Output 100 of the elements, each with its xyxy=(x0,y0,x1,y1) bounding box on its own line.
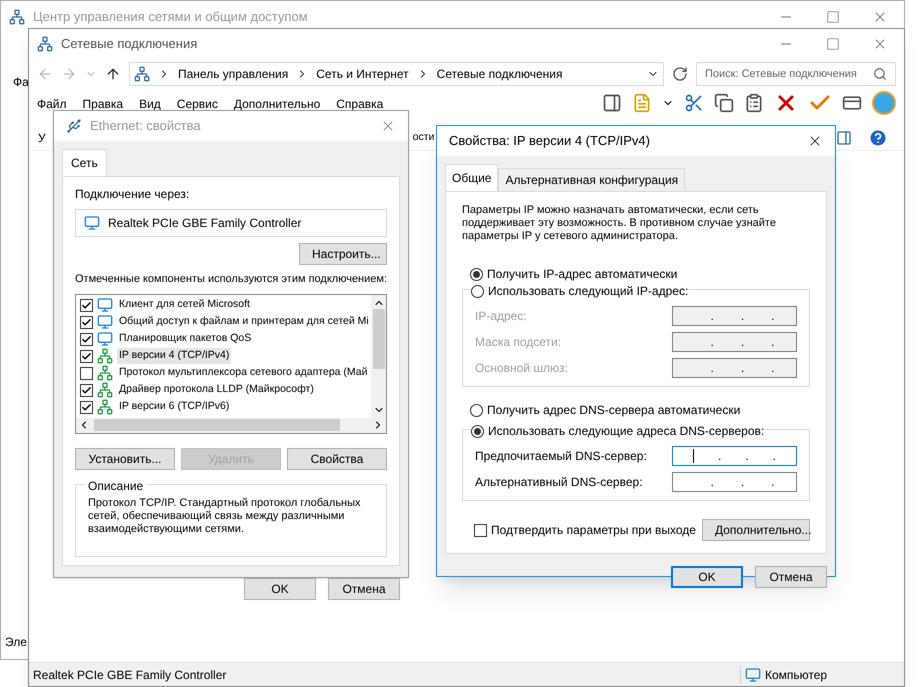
network-client-icon xyxy=(97,314,113,330)
dialog-button[interactable]: Отмена xyxy=(755,566,827,588)
list-item[interactable]: Драйвер протокола LLDP (Майкрософт) xyxy=(117,382,316,398)
checkbox[interactable] xyxy=(80,400,93,414)
tab[interactable]: Альтернативная конфигурация xyxy=(498,168,686,191)
checkbox[interactable] xyxy=(80,350,93,362)
pane-icon[interactable] xyxy=(836,130,852,146)
checkbox[interactable] xyxy=(80,366,93,380)
octet-separator: . xyxy=(740,334,744,351)
list-item[interactable]: Планировщик пакетов QoS xyxy=(117,331,254,347)
breadcrumb-item[interactable]: Сеть и Интернет xyxy=(316,65,409,83)
octet-separator: . xyxy=(718,448,722,465)
window-title: Сетевые подключения xyxy=(61,35,198,54)
field-label: Основной шлюз: xyxy=(475,360,568,377)
radio-button[interactable] xyxy=(471,284,484,298)
computer-icon xyxy=(745,666,761,682)
tab[interactable]: Общие xyxy=(445,164,498,191)
octet-separator: . xyxy=(745,448,749,465)
radio-label: Использовать следующий IP-адрес: xyxy=(488,283,688,300)
ip-address-field[interactable]: . . . xyxy=(672,446,797,466)
window-title: Центр управления сетями и общим доступом xyxy=(33,8,308,26)
protocol-icon xyxy=(97,348,113,364)
search-field[interactable]: Поиск: Сетевые подключения xyxy=(696,62,896,86)
menu-item[interactable]: Справка xyxy=(336,95,384,113)
field-label: IP-адрес: xyxy=(475,308,527,325)
address-bar[interactable]: Панель управления Сеть и Интернет Сетевые подключения xyxy=(129,62,664,86)
description-text: Протокол TCP/IP. Стандартный протокол глобальных сетей, обеспечивающий связь между различными взаимодействующими сетями. xyxy=(88,496,362,536)
maximize-icon[interactable] xyxy=(826,10,840,24)
list-item[interactable]: Общий доступ к файлам и принтерам для сетей Mi xyxy=(117,314,371,330)
checkbox[interactable] xyxy=(80,316,93,328)
radio-button[interactable] xyxy=(471,424,484,438)
protocol-icon xyxy=(97,382,113,398)
dialog-button[interactable]: Отмена xyxy=(328,578,400,600)
dialog-button[interactable]: Настроить... xyxy=(299,243,387,265)
ip-address-field[interactable]: . . . xyxy=(672,472,797,492)
menu-item[interactable]: Фа xyxy=(13,73,29,91)
octet-separator: . xyxy=(771,474,774,491)
section-label: Подключение через: xyxy=(75,186,190,203)
list-item[interactable]: Клиент для сетей Microsoft xyxy=(117,297,252,313)
octet-separator: . xyxy=(740,308,744,325)
refresh-icon[interactable] xyxy=(672,66,688,82)
menu-item[interactable]: Правка xyxy=(82,95,124,113)
footer-label: Эле xyxy=(5,634,27,651)
maximize-icon[interactable] xyxy=(826,37,840,51)
checkbox[interactable] xyxy=(474,524,487,536)
octet-separator: . xyxy=(772,448,776,465)
list-item[interactable]: IP версии 4 (TCP/IPv4) xyxy=(117,348,232,364)
network-client-icon xyxy=(97,297,113,313)
radio-label: Использовать следующие адреса DNS-серверов: xyxy=(488,423,764,440)
menu-item[interactable]: Файл xyxy=(37,95,67,113)
list-item[interactable]: Протокол мультиплексора сетевого адаптера (Май xyxy=(117,365,370,381)
octet-separator: . xyxy=(740,360,744,377)
network-icon xyxy=(37,36,53,52)
checkbox-label: Подтвердить параметры при выходе xyxy=(491,522,696,539)
up-icon[interactable] xyxy=(105,66,121,82)
octet-separator: . xyxy=(710,474,714,491)
menu-item[interactable]: Сервис xyxy=(176,95,218,113)
command-item[interactable]: ости xyxy=(412,130,434,146)
checkbox[interactable] xyxy=(80,332,93,346)
field-label: Предпочитаемый DNS-сервер: xyxy=(475,448,647,465)
help-icon[interactable] xyxy=(868,128,888,148)
menu-item[interactable]: Вид xyxy=(139,95,161,113)
paste-icon[interactable] xyxy=(744,93,764,113)
octet-separator: . xyxy=(771,334,774,351)
intro-text: Параметры IP можно назначать автоматически, если сеть поддерживает эту возможность. В противном случае узнайте параметры IP у сетевого администратора. xyxy=(462,204,777,243)
list-item[interactable]: IP версии 6 (TCP/IPv6) xyxy=(117,399,232,415)
dialog-button[interactable]: Свойства xyxy=(287,448,387,470)
dialog-title: Свойства: IP версии 4 (TCP/IPv4) xyxy=(449,132,650,150)
breadcrumb-item[interactable]: Панель управления xyxy=(178,65,288,83)
dialog-button[interactable]: Установить... xyxy=(75,448,175,470)
radio-label: Получить IP-адрес автоматически xyxy=(487,266,678,283)
checkbox[interactable] xyxy=(80,384,93,396)
network-icon xyxy=(9,9,25,25)
vertical-scrollbar[interactable] xyxy=(371,294,386,418)
octet-separator: . xyxy=(710,360,714,377)
protocol-icon xyxy=(97,399,113,415)
status-text: Компьютер xyxy=(765,666,828,684)
pane-icon[interactable] xyxy=(602,93,622,113)
menu-item[interactable]: Дополнительно xyxy=(234,95,320,113)
command-item[interactable]: У xyxy=(38,128,46,146)
radio-button[interactable] xyxy=(470,268,483,280)
breadcrumb-item[interactable]: Сетевые подключения xyxy=(436,65,562,83)
dialog-title: Ethernet: свойства xyxy=(90,117,201,136)
checkbox[interactable] xyxy=(80,298,93,312)
horizontal-scrollbar[interactable] xyxy=(76,418,386,432)
octet-separator: . xyxy=(710,308,714,325)
octet-separator: . xyxy=(740,474,744,491)
dialog-button[interactable]: OK xyxy=(671,566,743,588)
radio-button[interactable] xyxy=(470,404,483,416)
octet-separator: . xyxy=(771,308,774,325)
text-cursor xyxy=(692,449,694,463)
plug-icon xyxy=(66,118,82,134)
protocol-icon xyxy=(97,365,113,381)
dialog-button[interactable]: OK xyxy=(244,578,316,600)
tab[interactable]: Сеть xyxy=(62,149,107,176)
network-icon xyxy=(134,66,150,82)
cut-icon[interactable] xyxy=(684,93,704,113)
adapter-field: Realtek PCIe GBE Family Controller xyxy=(75,209,387,237)
copy-icon[interactable] xyxy=(714,93,734,113)
dialog-button[interactable]: Дополнительно... xyxy=(702,519,810,541)
